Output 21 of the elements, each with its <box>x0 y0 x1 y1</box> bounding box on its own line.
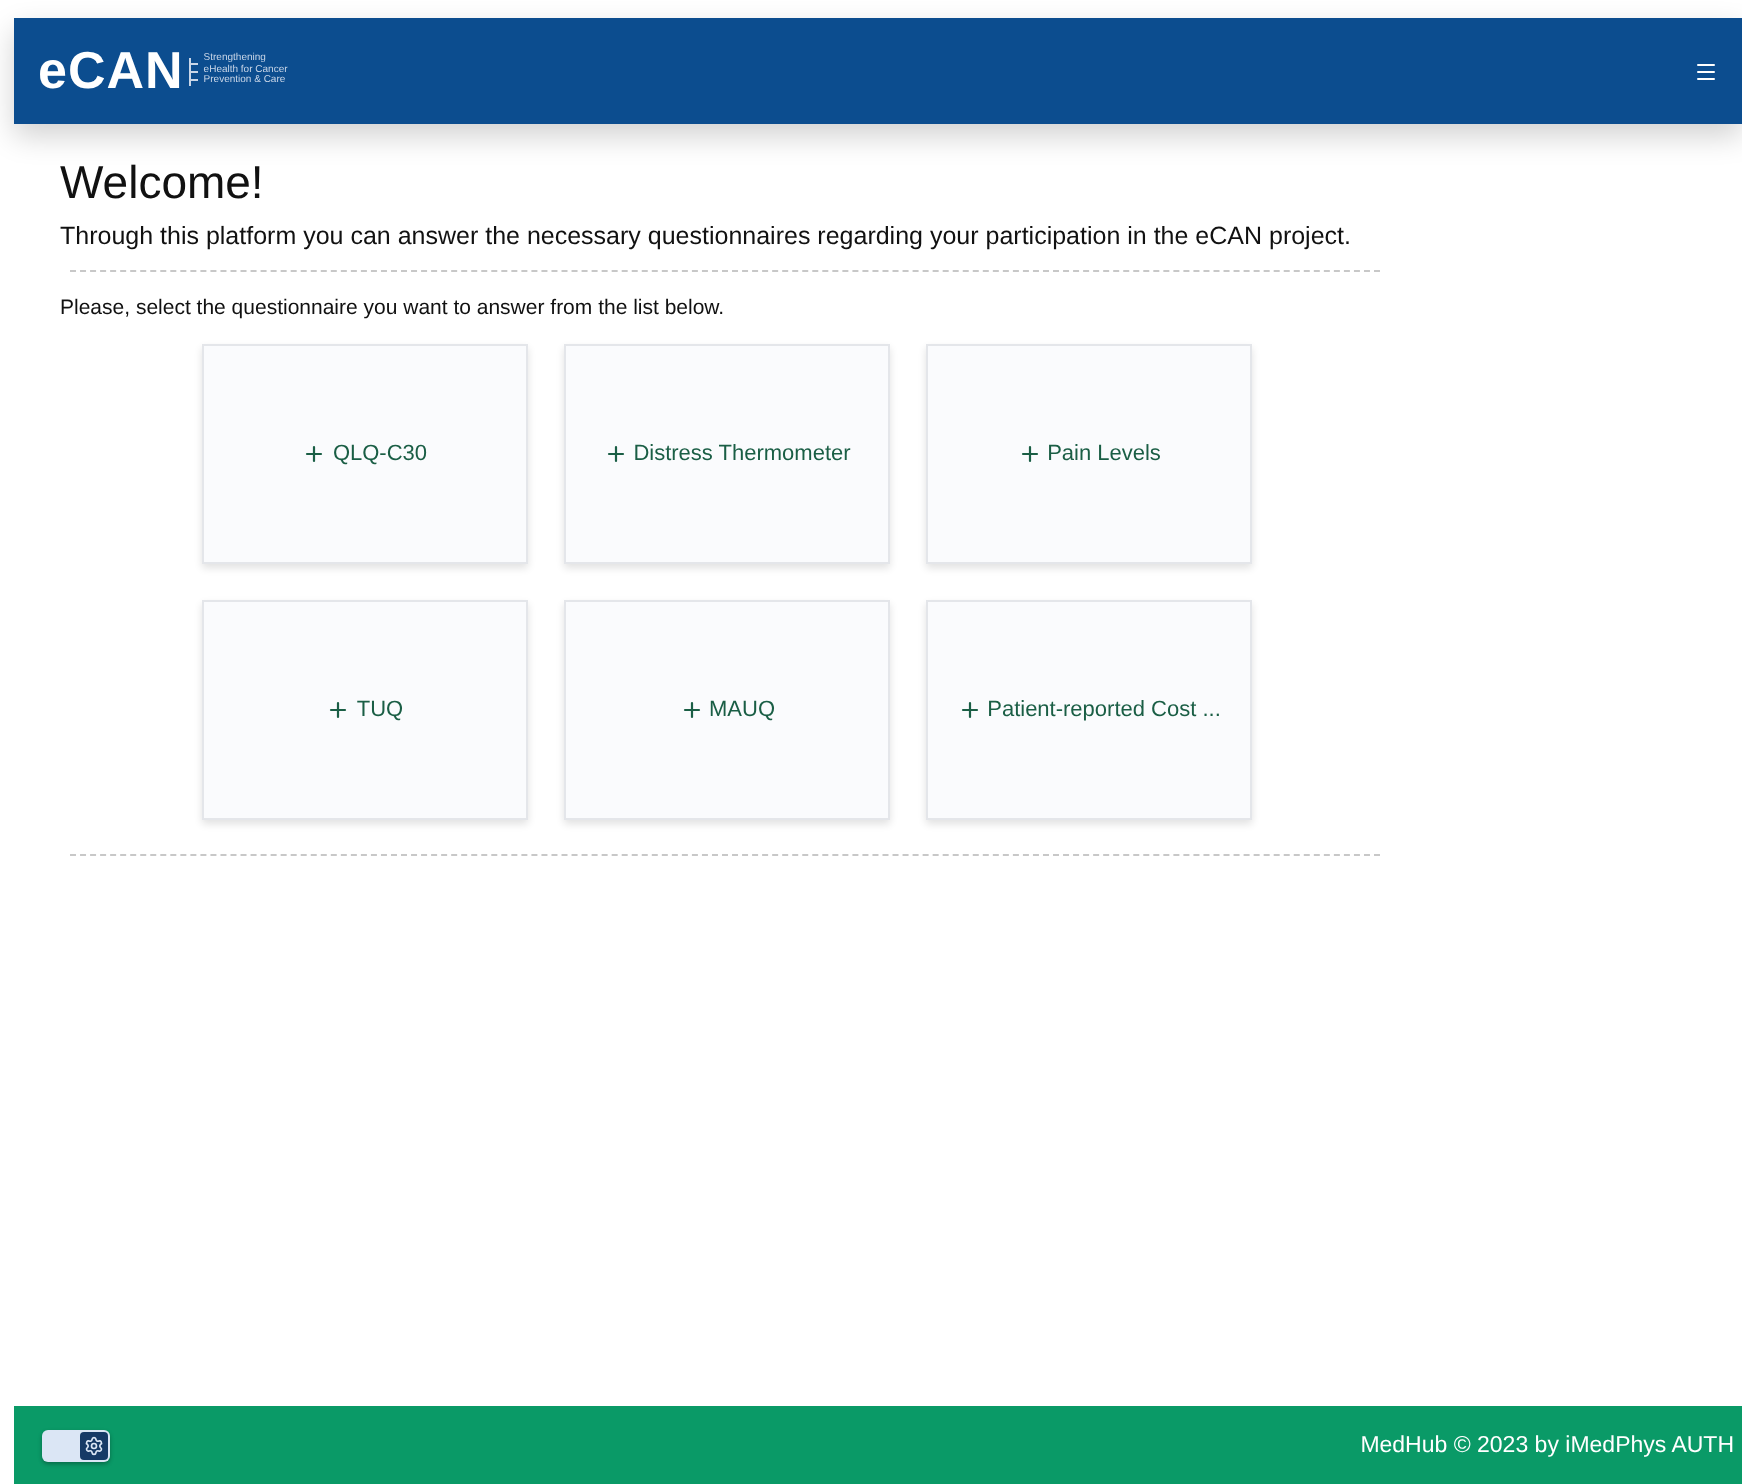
questionnaire-card[interactable]: QLQ-C30 <box>202 344 528 564</box>
logo: eCAN <box>38 40 184 102</box>
gear-icon <box>84 1435 104 1455</box>
plus-icon <box>326 698 351 722</box>
questionnaire-card[interactable]: Distress Thermometer <box>564 344 890 564</box>
bracket-icon <box>187 55 200 87</box>
plus-icon <box>603 442 628 466</box>
plus-icon <box>679 698 703 722</box>
questionnaire-card[interactable]: Patient-reported Cost ... <box>926 600 1252 820</box>
plus-icon <box>302 442 327 466</box>
questionnaire-card[interactable]: MAUQ <box>564 600 890 820</box>
instruction-text: Please, select the questionnaire you want to answer from the list below. <box>60 296 727 320</box>
menu-icon[interactable] <box>1694 59 1718 83</box>
footer-credit: MedHub © 2023 by iMedPhys AUTH <box>1360 1433 1734 1457</box>
questionnaire-card[interactable]: TUQ <box>202 600 528 820</box>
theme-toggle[interactable] <box>42 1429 110 1461</box>
welcome-title: Welcome! <box>60 156 266 210</box>
questionnaire-card[interactable]: Pain Levels <box>926 344 1252 564</box>
plus-icon <box>957 698 982 722</box>
plus-icon <box>1017 442 1042 466</box>
intro-text: Through this platform you can answer the necessary questionnaires regarding your participation in the eCAN project. <box>60 222 1353 250</box>
